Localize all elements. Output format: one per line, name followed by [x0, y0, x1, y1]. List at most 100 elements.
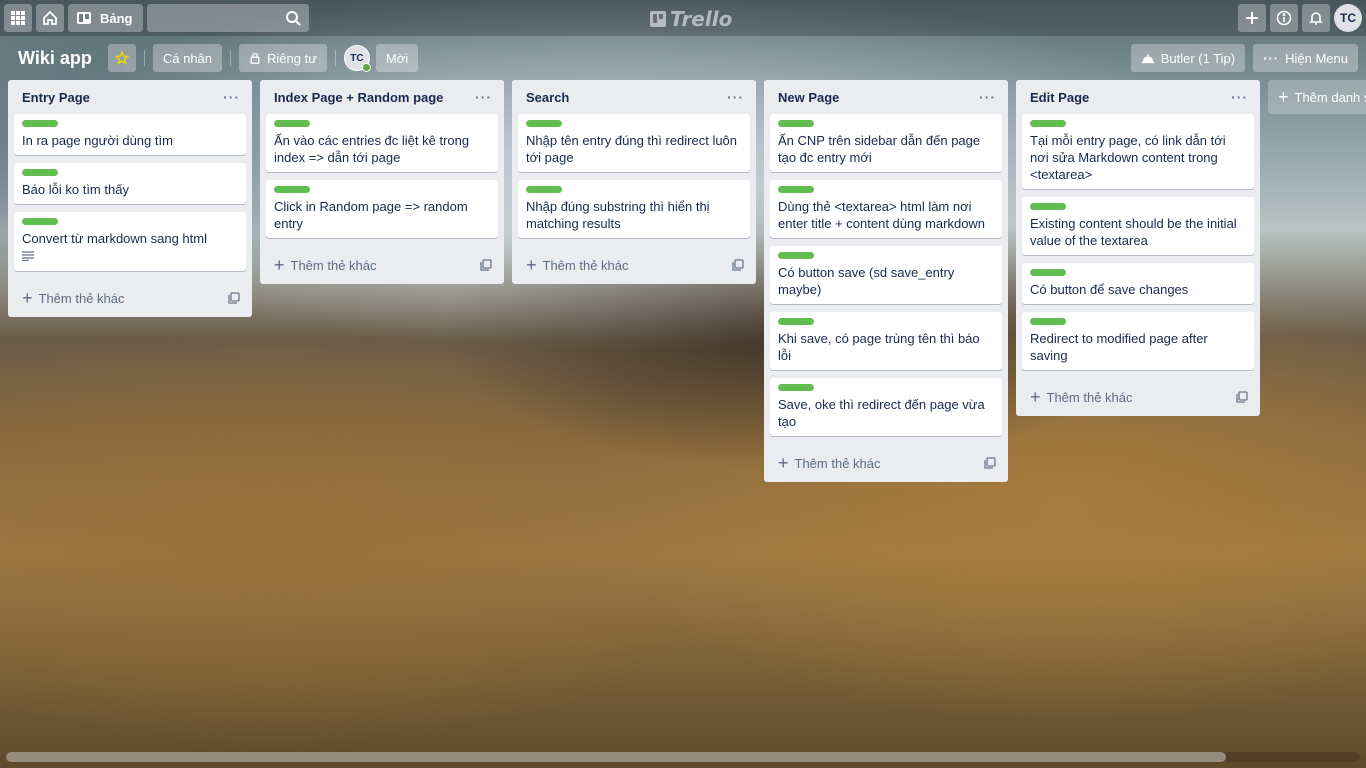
card[interactable]: Có button save (sd save_entry maybe) — [770, 246, 1002, 304]
list-title[interactable]: Index Page + Random page — [274, 90, 443, 105]
list-menu-icon[interactable]: ··· — [221, 89, 242, 105]
home-button[interactable] — [36, 4, 64, 32]
home-icon — [43, 10, 57, 25]
add-card-label: Thêm thẻ khác — [794, 455, 881, 471]
card[interactable]: Tại mỗi entry page, có link dẫn tới nơi … — [1022, 114, 1254, 189]
list-footer: + Thêm thẻ khác — [512, 246, 756, 284]
add-card-button[interactable]: + Thêm thẻ khác — [274, 255, 377, 275]
member-avatar[interactable]: TC — [343, 45, 371, 72]
list-footer: + Thêm thẻ khác — [1016, 378, 1260, 416]
green-label[interactable] — [22, 218, 58, 225]
green-label[interactable] — [1030, 120, 1066, 127]
logo-text: Trello — [670, 7, 733, 31]
card[interactable]: Existing content should be the initial v… — [1022, 197, 1254, 255]
visibility-button[interactable]: Riêng tư — [239, 44, 327, 72]
card-title: Dùng thẻ <textarea> html làm nơi enter t… — [778, 199, 986, 231]
boards-button[interactable]: Bảng — [68, 4, 143, 32]
list-header[interactable]: Index Page + Random page ··· — [260, 80, 504, 114]
list-header[interactable]: Entry Page ··· — [8, 80, 252, 114]
search-icon[interactable] — [285, 10, 301, 26]
butler-button[interactable]: Butler (1 Tip) — [1130, 44, 1246, 72]
butler-icon — [1141, 54, 1154, 64]
top-header: Bảng Trello TC — [0, 0, 1366, 36]
add-card-button[interactable]: + Thêm thẻ khác — [1030, 388, 1133, 406]
list-footer: + Thêm thẻ khác — [764, 444, 1008, 482]
info-button[interactable] — [1270, 4, 1298, 32]
board-title[interactable]: Wiki app — [10, 48, 100, 69]
green-label[interactable] — [778, 252, 814, 259]
add-card-button[interactable]: + Thêm thẻ khác — [778, 454, 881, 472]
green-label[interactable] — [1030, 318, 1066, 325]
scrollbar-thumb[interactable] — [6, 752, 1226, 762]
horizontal-scrollbar[interactable] — [6, 752, 1360, 762]
template-icon[interactable] — [732, 259, 744, 271]
list-menu-icon[interactable]: ··· — [725, 89, 746, 105]
list-header[interactable]: Edit Page ··· — [1016, 80, 1260, 114]
list-title[interactable]: Entry Page — [22, 90, 90, 105]
green-label[interactable] — [526, 120, 562, 127]
green-label[interactable] — [778, 120, 814, 127]
card-title: Existing content should be the initial v… — [1030, 216, 1237, 248]
board-icon — [77, 12, 91, 24]
member-initials: TC — [350, 52, 364, 64]
list-header[interactable]: New Page ··· — [764, 80, 1008, 114]
green-label[interactable] — [778, 384, 814, 391]
green-label[interactable] — [22, 169, 58, 176]
green-label[interactable] — [778, 318, 814, 325]
user-avatar[interactable]: TC — [1334, 4, 1362, 32]
notifications-button[interactable] — [1302, 4, 1330, 32]
green-label[interactable] — [1030, 203, 1066, 210]
card[interactable]: Ấn CNP trên sidebar dẫn đến page tạo đc … — [770, 114, 1002, 172]
card-title: Có button để save changes — [1030, 282, 1189, 297]
card[interactable]: Nhập đúng substring thì hiển thị matchin… — [518, 180, 750, 238]
card[interactable]: Save, oke thì redirect đến page vừa tạo — [770, 378, 1002, 436]
list-footer: + Thêm thẻ khác — [260, 246, 504, 284]
team-button[interactable]: Cá nhân — [152, 44, 223, 72]
invite-button[interactable]: Mời — [375, 44, 419, 72]
bell-icon — [1309, 12, 1323, 25]
add-card-button[interactable]: + Thêm thẻ khác — [22, 289, 125, 307]
card-title: Click in Random page => random entry — [274, 199, 468, 231]
card[interactable]: Nhập tên entry đúng thì redirect luôn tớ… — [518, 114, 750, 172]
green-label[interactable] — [1030, 269, 1066, 276]
green-label[interactable] — [778, 186, 814, 193]
create-button[interactable] — [1238, 4, 1266, 32]
star-button[interactable] — [107, 44, 136, 72]
list-edit-page: Edit Page ··· Tại mỗi entry page, có lin… — [1016, 80, 1260, 416]
card[interactable]: Có button để save changes — [1022, 263, 1254, 304]
card[interactable]: Convert từ markdown sang html — [14, 212, 246, 271]
template-icon[interactable] — [984, 457, 996, 469]
list-title[interactable]: Edit Page — [1030, 90, 1089, 105]
template-icon[interactable] — [1236, 391, 1248, 403]
green-label[interactable] — [274, 186, 310, 193]
template-icon[interactable] — [228, 292, 240, 304]
card-title: Có button save (sd save_entry maybe) — [778, 265, 955, 297]
template-icon[interactable] — [480, 259, 492, 271]
card[interactable]: Dùng thẻ <textarea> html làm nơi enter t… — [770, 180, 1002, 238]
trello-logo[interactable]: Trello — [650, 7, 732, 31]
plus-icon — [1246, 12, 1258, 24]
card[interactable]: Khi save, có page trùng tên thì báo lỗi — [770, 312, 1002, 370]
card[interactable]: Ấn vào các entries đc liệt kê trong inde… — [266, 114, 498, 172]
card[interactable]: Click in Random page => random entry — [266, 180, 498, 238]
card[interactable]: In ra page người dùng tìm — [14, 114, 246, 155]
green-label[interactable] — [22, 120, 58, 127]
list-menu-icon[interactable]: ··· — [977, 89, 998, 105]
card[interactable]: Báo lỗi ko tìm thấy — [14, 163, 246, 204]
list-header[interactable]: Search ··· — [512, 80, 756, 114]
add-list-button[interactable]: + Thêm danh sách khác — [1268, 80, 1366, 114]
card-title: Save, oke thì redirect đến page vừa tạo — [778, 397, 985, 429]
card[interactable]: Redirect to modified page after saving — [1022, 312, 1254, 370]
list-menu-icon[interactable]: ··· — [473, 89, 494, 105]
list-title[interactable]: New Page — [778, 90, 839, 105]
list-title[interactable]: Search — [526, 90, 569, 105]
green-label[interactable] — [526, 186, 562, 193]
list-menu-icon[interactable]: ··· — [1229, 89, 1250, 105]
visibility-label: Riêng tư — [267, 50, 317, 66]
show-menu-button[interactable]: ··· Hiện Menu — [1253, 44, 1358, 72]
plus-icon: + — [274, 255, 285, 275]
green-label[interactable] — [274, 120, 310, 127]
apps-button[interactable] — [4, 4, 32, 32]
board-header: Wiki app Cá nhân Riêng tư TC Mời Butler … — [0, 40, 1366, 76]
add-card-button[interactable]: + Thêm thẻ khác — [526, 256, 629, 274]
